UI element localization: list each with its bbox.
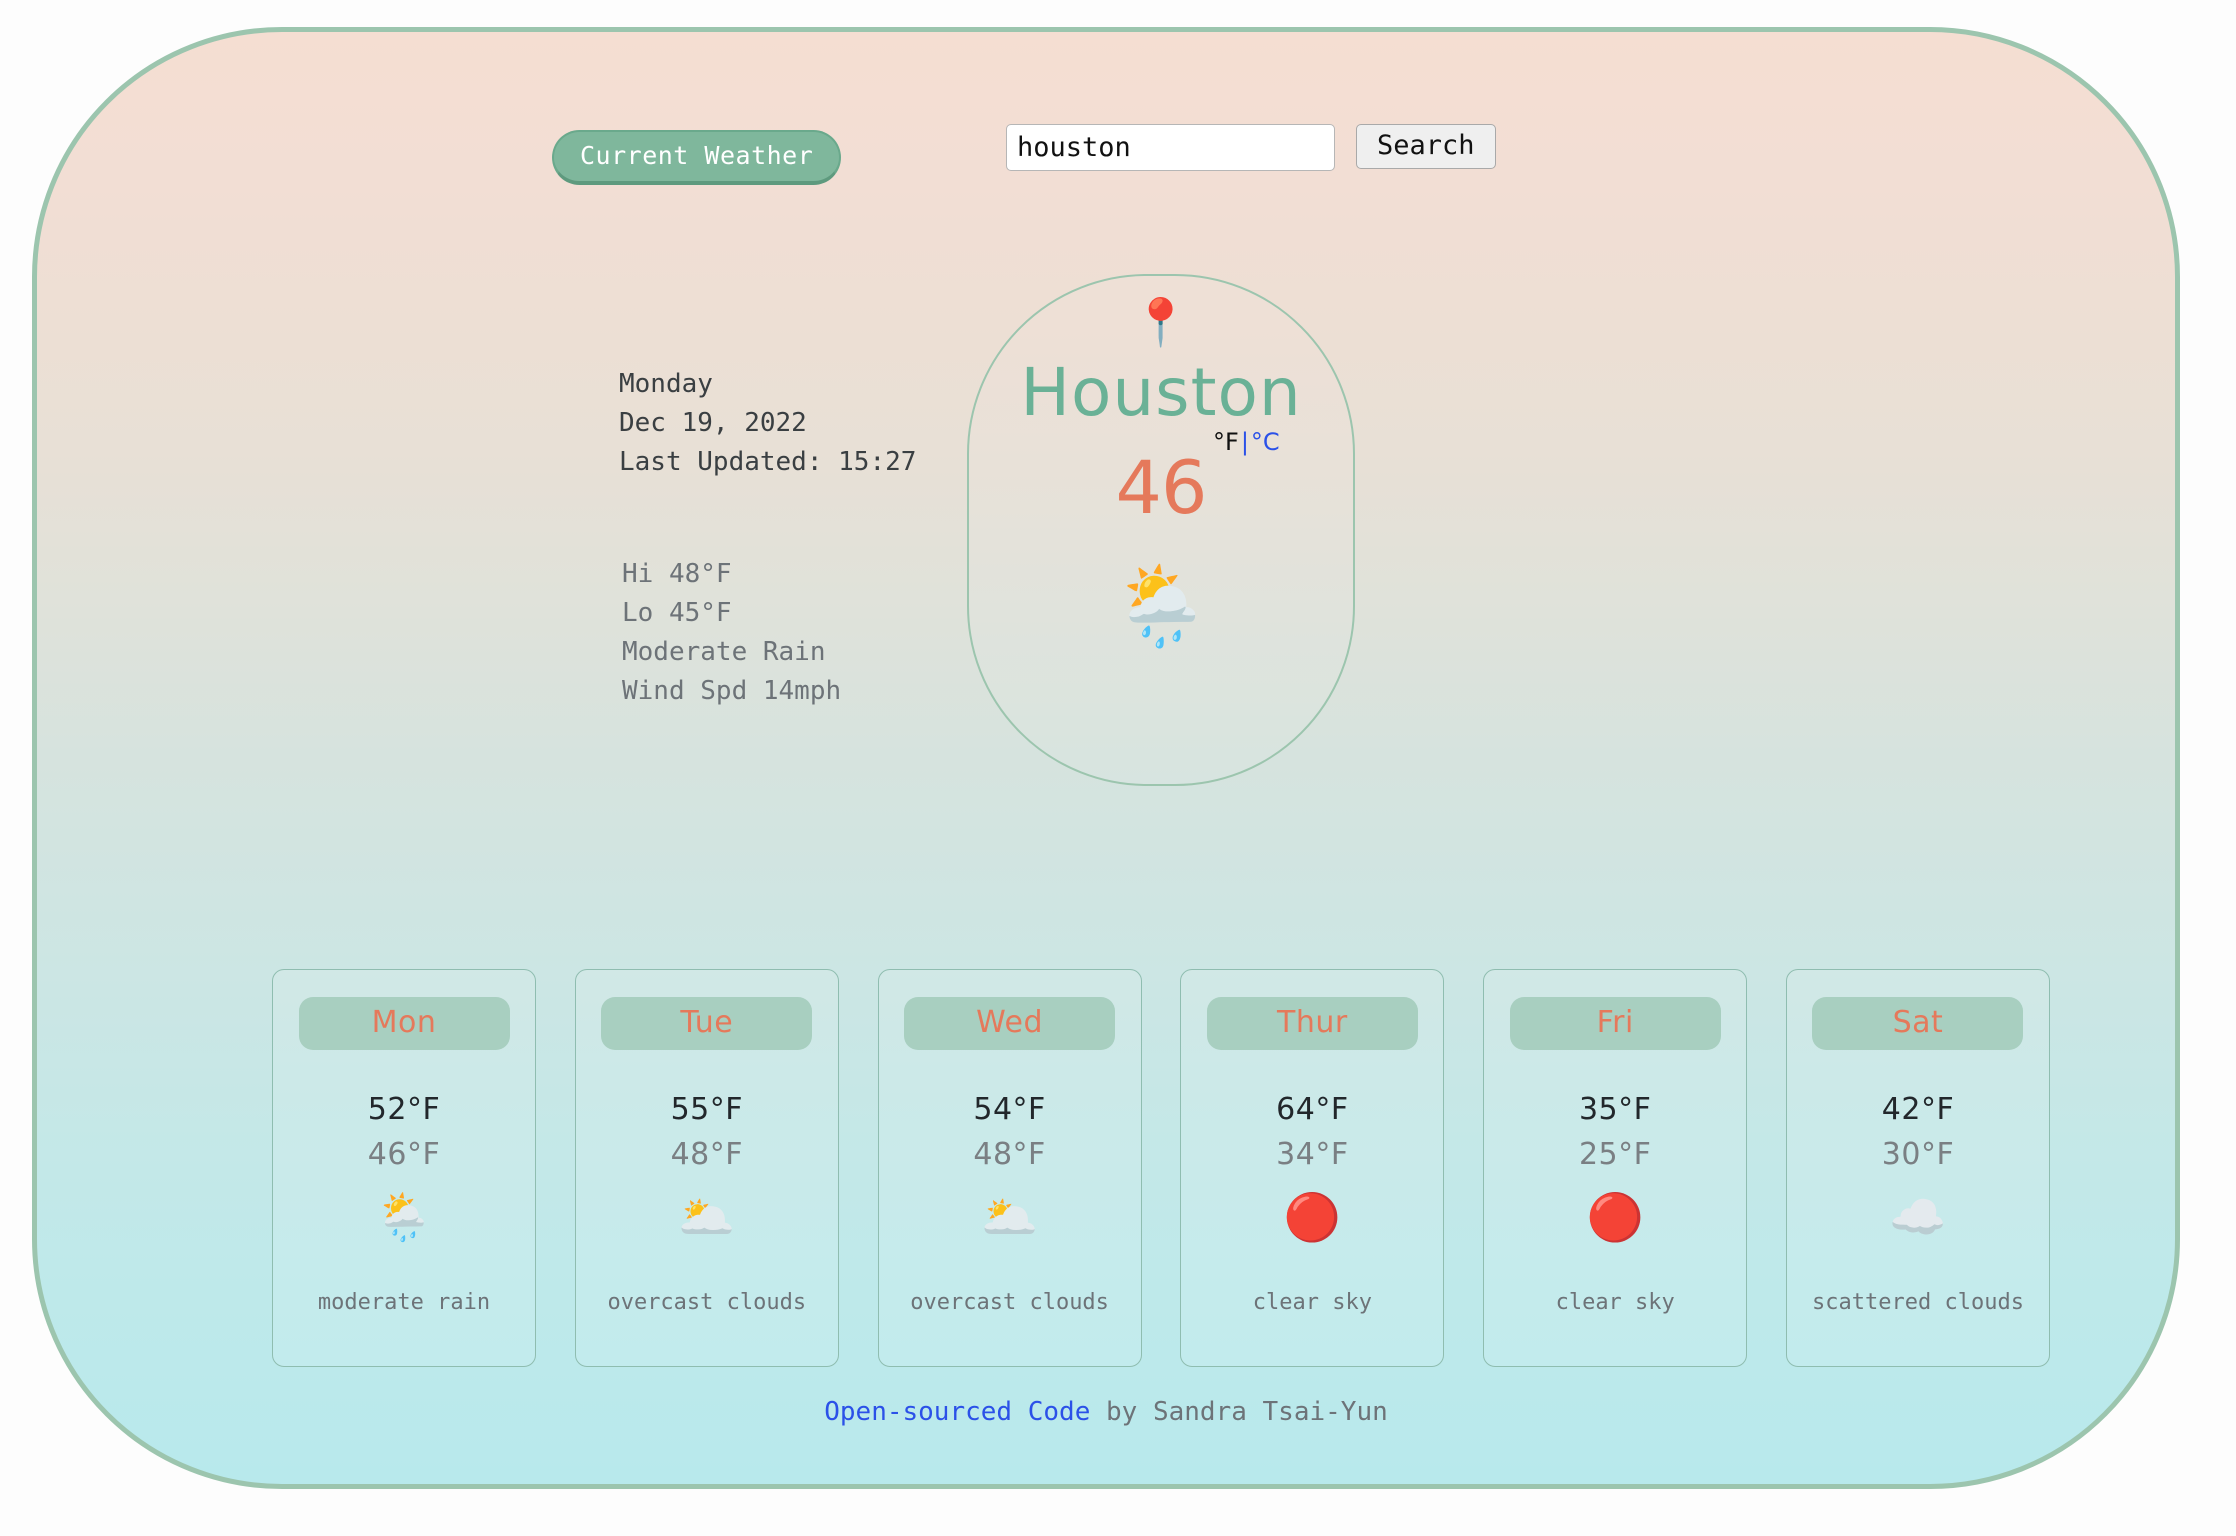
forecast-weather-icon: ☁️ (1889, 1190, 1947, 1244)
location-pin-icon: 📍 (1132, 295, 1190, 349)
search-button[interactable]: Search (1356, 124, 1496, 169)
forecast-day-label: Sat (1812, 997, 2024, 1050)
forecast-weather-icon: 🌥️ (678, 1190, 736, 1244)
current-temperature: 46 (1115, 445, 1208, 531)
city-weather-card: 📍 Houston 46 °F|°C 🌦️ (967, 274, 1355, 786)
forecast-high-temp: 55°F (670, 1092, 744, 1127)
forecast-high-temp: 52°F (367, 1092, 441, 1127)
forecast-day-label: Wed (904, 997, 1116, 1050)
forecast-low-temp: 30°F (1881, 1137, 1955, 1172)
forecast-card-sat[interactable]: Sat 42°F 30°F ☁️ scattered clouds (1785, 969, 2050, 1367)
forecast-low-temp: 34°F (1276, 1137, 1349, 1172)
current-weather-button[interactable]: Current Weather (552, 130, 842, 185)
forecast-day-label: Fri (1509, 997, 1721, 1050)
open-source-link[interactable]: Open-sourced Code (824, 1397, 1090, 1427)
forecast-card-thur[interactable]: Thur 64°F 34°F 🔴 clear sky (1180, 969, 1445, 1367)
forecast-description: clear sky (1252, 1290, 1372, 1315)
forecast-weather-icon: 🔴 (1283, 1190, 1342, 1244)
city-name: Houston (1020, 354, 1302, 431)
forecast-low-temp: 25°F (1578, 1137, 1652, 1172)
unit-celsius-link[interactable]: °C (1251, 428, 1280, 456)
unit-separator: | (1240, 427, 1249, 456)
forecast-card-fri[interactable]: Fri 35°F 25°F 🔴 clear sky (1483, 969, 1748, 1367)
forecast-low-temp: 48°F (973, 1137, 1046, 1172)
forecast-high-temp: 54°F (973, 1092, 1046, 1127)
search-input[interactable] (1006, 124, 1335, 171)
forecast-day-label: Mon (298, 997, 510, 1050)
forecast-weather-icon: 🔴 (1586, 1190, 1644, 1244)
current-weather-section: Monday Dec 19, 2022 Last Updated: 15:27 … (37, 232, 2175, 812)
footer-author: by Sandra Tsai-Yun (1090, 1397, 1388, 1427)
forecast-description: overcast clouds (607, 1290, 807, 1315)
forecast-description: clear sky (1555, 1290, 1675, 1315)
forecast-high-temp: 42°F (1881, 1092, 1955, 1127)
forecast-day-label: Tue (601, 997, 813, 1050)
unit-toggle: °F|°C (1213, 428, 1280, 456)
forecast-high-temp: 64°F (1276, 1092, 1349, 1127)
forecast-card-tue[interactable]: Tue 55°F 48°F 🌥️ overcast clouds (574, 969, 839, 1367)
forecast-low-temp: 48°F (670, 1137, 744, 1172)
forecast-high-temp: 35°F (1578, 1092, 1652, 1127)
forecast-description: overcast clouds (910, 1290, 1109, 1315)
current-wind-speed: Wind Spd 14mph (622, 676, 842, 706)
forecast-low-temp: 46°F (367, 1137, 441, 1172)
app-container: Current Weather Search Monday Dec 19, 20… (32, 27, 2180, 1489)
forecast-day-label: Thur (1206, 997, 1418, 1050)
forecast-row: Mon 52°F 46°F 🌦️ moderate rain Tue 55°F … (272, 969, 2050, 1367)
forecast-weather-icon: 🌥️ (980, 1190, 1039, 1244)
forecast-weather-icon: 🌦️ (375, 1190, 433, 1244)
forecast-description: moderate rain (317, 1290, 491, 1315)
current-temperature-row: 46 °F|°C (969, 428, 1353, 538)
search-form: Search (1006, 124, 1496, 171)
forecast-card-mon[interactable]: Mon 52°F 46°F 🌦️ moderate rain (272, 969, 536, 1367)
top-bar: Current Weather Search (37, 95, 2175, 185)
forecast-card-wed[interactable]: Wed 54°F 48°F 🌥️ overcast clouds (877, 969, 1142, 1367)
current-weather-icon: 🌦️ (1112, 561, 1210, 652)
footer: Open-sourced Code by Sandra Tsai-Yun (37, 1397, 2175, 1427)
forecast-description: scattered clouds (1812, 1290, 2024, 1315)
app-page: Current Weather Search Monday Dec 19, 20… (0, 0, 2236, 1536)
unit-fahrenheit-active: °F (1213, 427, 1239, 456)
